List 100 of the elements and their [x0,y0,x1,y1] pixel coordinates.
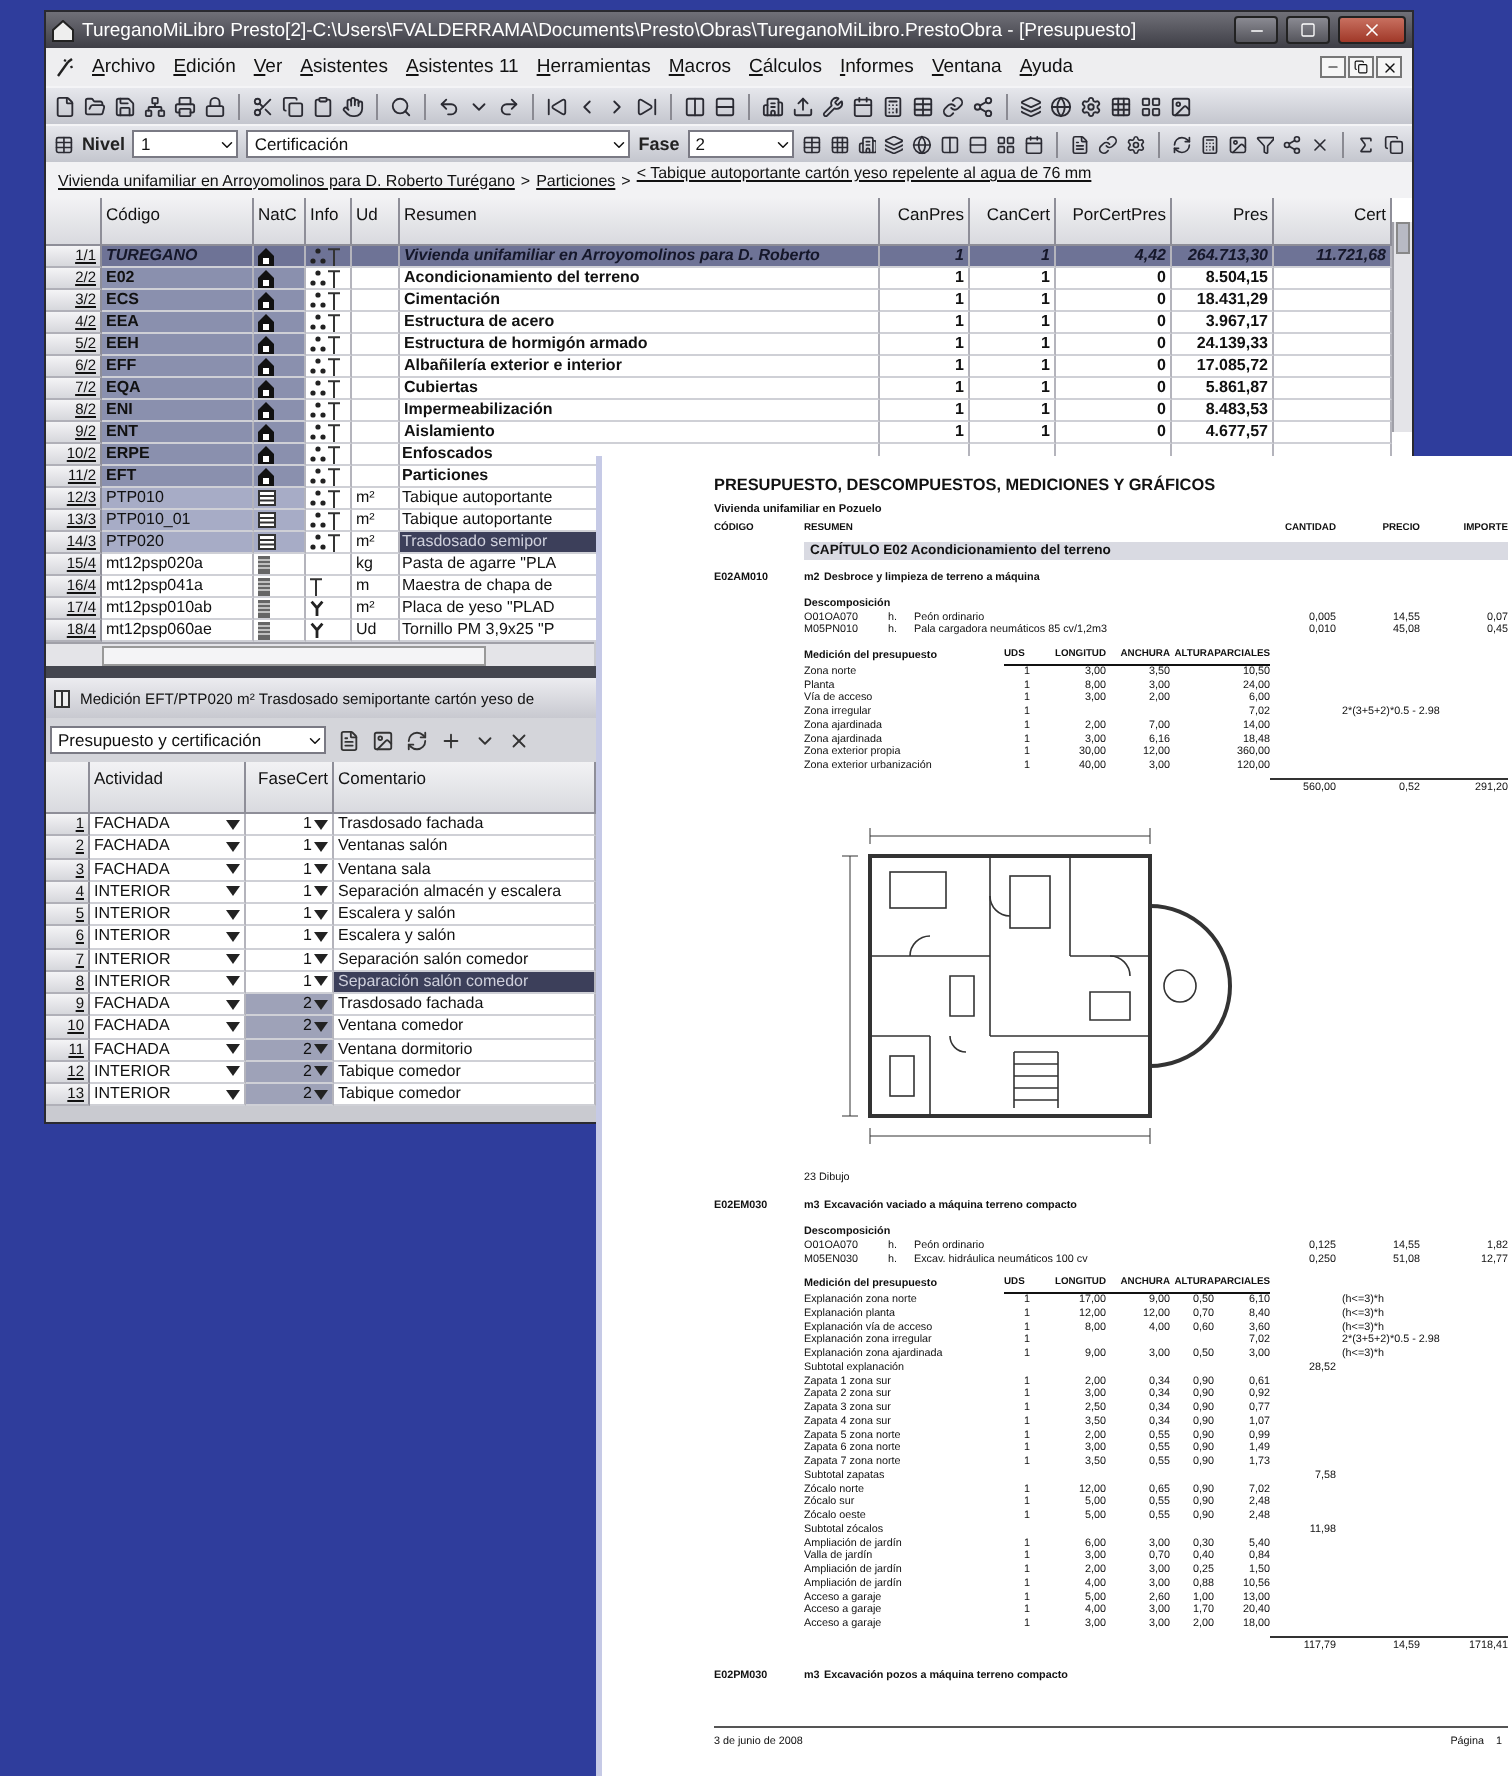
maximize-button[interactable] [1286,16,1330,44]
copy-icon[interactable] [1384,133,1405,155]
horizontal-scrollbar[interactable] [46,642,594,666]
columns-icon[interactable] [684,95,706,117]
view-select[interactable]: Certificación [246,130,631,158]
menu-item[interactable]: Ventana [931,56,1002,78]
undo-icon[interactable] [438,95,460,117]
menu-item[interactable]: Cálculos [749,56,822,78]
last-icon[interactable] [636,95,658,117]
delete-icon[interactable] [508,729,530,751]
image-icon[interactable] [1227,133,1247,155]
table-cell: Cubiertas [400,378,880,400]
menu-item[interactable]: Ayuda [1019,56,1074,78]
refresh-icon[interactable] [1171,133,1192,155]
table-icon[interactable] [54,133,74,155]
wrench-icon[interactable] [822,95,844,117]
link-icon[interactable] [1097,133,1118,155]
table-cell: 0 [1056,290,1172,312]
table-icon[interactable] [912,95,934,117]
document-icon[interactable] [338,729,360,751]
table-icon[interactable] [801,133,822,155]
menu-item[interactable]: Ver [253,56,283,78]
open-folder-icon[interactable] [84,95,106,117]
building-icon[interactable] [762,95,784,117]
image-icon[interactable] [372,729,394,751]
lock-icon[interactable] [204,95,226,117]
building-icon[interactable] [857,133,877,155]
calculator-icon[interactable] [882,95,904,117]
minimize-icon[interactable] [1326,60,1340,74]
breadcrumb-link[interactable]: < Tabique autoportante cartón yeso repelente al agua de 76 mm [636,164,1092,182]
layout-icon[interactable] [1140,95,1162,117]
restore-icon[interactable] [1354,60,1368,74]
menu-item[interactable]: Archivo [92,56,156,78]
layout-icon[interactable] [996,133,1017,155]
first-icon[interactable] [546,95,568,117]
breadcrumb-link[interactable]: Vivienda unifamiliar en Arroyomolinos para D. Roberto Turégano [58,171,515,189]
menu-item[interactable]: Herramientas [536,56,651,78]
menu-item[interactable]: Asistentes 11 [405,56,519,78]
mode-select[interactable]: Presupuesto y certificación [50,726,326,754]
restore-button[interactable] [1348,56,1374,78]
sigma-icon[interactable] [1356,133,1377,155]
columns-icon[interactable] [940,133,961,155]
level-select[interactable]: 1 [132,130,239,158]
phase-select[interactable]: 2 [687,130,794,158]
close-button[interactable] [1338,16,1406,44]
globe-icon[interactable] [912,133,933,155]
table-cell: 1 [970,290,1056,312]
close-button[interactable] [1376,56,1402,78]
report-title: PRESUPUESTO, DESCOMPUESTOS, MEDICIONES Y GRÁFICOS [714,476,1218,496]
settings-icon[interactable] [1125,133,1146,155]
paste-icon[interactable] [312,95,334,117]
globe-icon[interactable] [1050,95,1072,117]
grid-icon[interactable] [1110,95,1132,117]
share-icon[interactable] [972,95,994,117]
minimize-button[interactable] [1234,16,1278,44]
table-cell: 1 [880,268,970,290]
breadcrumb-link[interactable]: Particiones [536,171,616,189]
network-icon[interactable] [144,95,166,117]
table-cell: 0 [1056,356,1172,378]
menu-item[interactable]: Informes [839,56,914,78]
document-icon[interactable] [1069,133,1090,155]
table-icon [258,512,276,528]
menu-item[interactable]: Asistentes [300,56,388,78]
rows-icon[interactable] [714,95,736,117]
copy-icon[interactable] [282,95,304,117]
calculator-icon[interactable] [1199,133,1220,155]
minimize-button[interactable] [1320,56,1346,78]
close-icon[interactable] [1362,20,1382,40]
cut-icon[interactable] [252,95,274,117]
redo-icon[interactable] [498,95,520,117]
refresh-icon[interactable] [406,729,428,751]
close-icon[interactable] [1310,133,1331,155]
table-cell: mt12psp010ab [102,598,254,620]
image-icon[interactable] [1170,95,1192,117]
share-icon[interactable] [1282,133,1303,155]
table-cell: 5.861,87 [1172,378,1274,400]
menu-item[interactable]: Edición [173,56,236,78]
save-icon[interactable] [114,95,136,117]
search-icon[interactable] [390,95,412,117]
menu-item[interactable]: Macros [668,56,732,78]
new-file-icon[interactable] [54,95,76,117]
maximize-icon[interactable] [1300,22,1316,38]
layers-icon[interactable] [884,133,905,155]
close-icon[interactable] [1381,59,1397,75]
settings-icon[interactable] [1080,95,1102,117]
vertical-scrollbar[interactable] [1392,222,1412,432]
table-cell: 1 [970,378,1056,400]
hand-icon[interactable] [342,95,364,117]
calendar-icon[interactable] [1024,133,1045,155]
wand-icon[interactable] [56,57,74,77]
grid-icon[interactable] [829,133,849,155]
calendar-icon[interactable] [852,95,874,117]
printer-icon[interactable] [174,95,196,117]
add-icon[interactable] [440,729,462,751]
layers-icon[interactable] [1020,95,1042,117]
upload-icon[interactable] [792,95,814,117]
link-icon[interactable] [942,95,964,117]
filter-icon[interactable] [1255,133,1275,155]
rows-icon[interactable] [968,133,989,155]
house-icon [258,269,274,287]
